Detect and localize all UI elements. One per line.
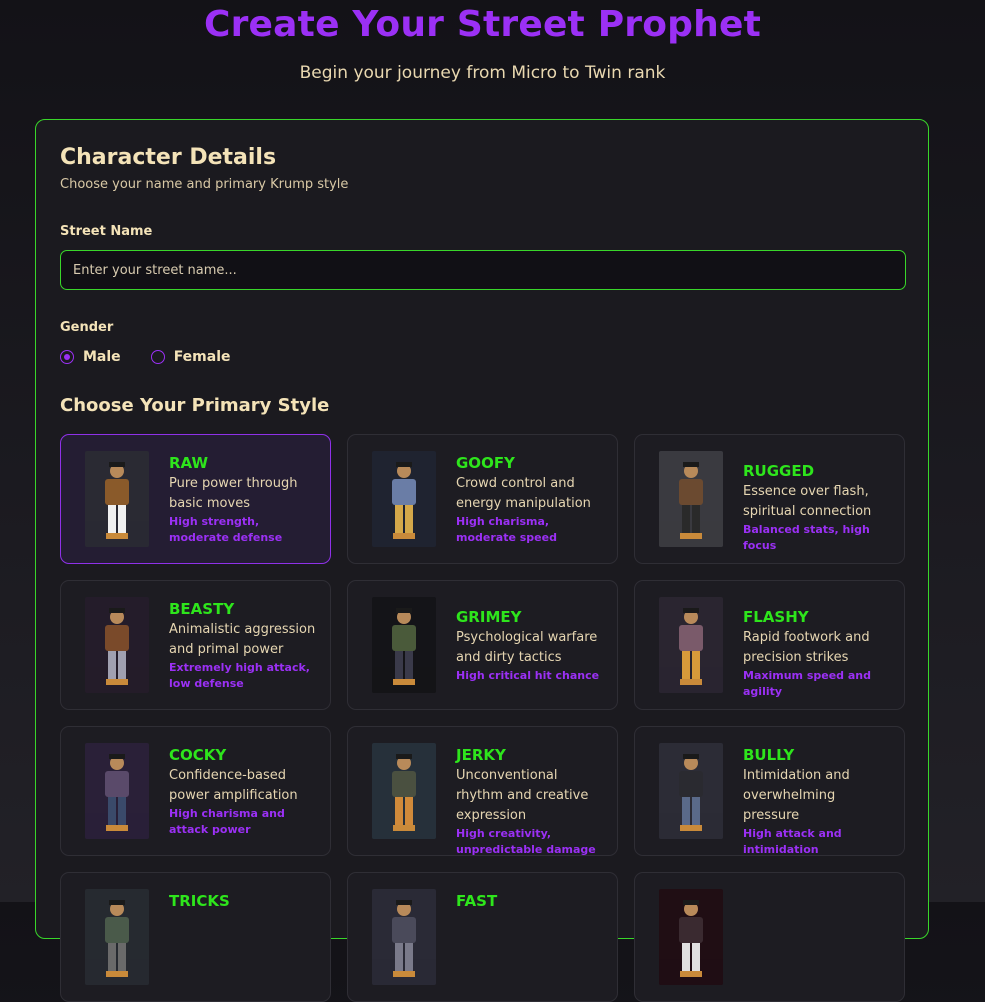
style-portrait xyxy=(85,597,149,693)
style-name: COCKY xyxy=(169,746,227,764)
style-stats: High creativity, unpredictable damage xyxy=(456,827,596,856)
style-name: FLASHY xyxy=(743,608,809,626)
style-name: GRIMEY xyxy=(456,608,522,626)
style-info: FAST xyxy=(456,892,606,912)
style-stats: Maximum speed and agility xyxy=(743,669,871,698)
style-name: RAW xyxy=(169,454,209,472)
style-description: Rapid footwork and precision strikes xyxy=(743,630,870,665)
style-info: FLASHY Rapid footwork and precision strik… xyxy=(743,608,893,700)
style-stats: High attack and intimidation xyxy=(743,827,842,856)
style-description: Essence over flash, spiritual connection xyxy=(743,484,872,519)
section-title: Character Details xyxy=(60,145,277,170)
style-portrait xyxy=(372,597,436,693)
style-description: Animalistic aggression and primal power xyxy=(169,622,316,657)
gender-male-label: Male xyxy=(83,349,121,365)
style-info xyxy=(743,892,893,894)
style-info: JERKY Unconventional rhythm and creative … xyxy=(456,746,606,858)
character-details-panel: Character Details Choose your name and p… xyxy=(35,119,929,1002)
style-card-cocky[interactable]: COCKY Confidence-based power amplificatio… xyxy=(60,726,331,856)
style-card-grimey[interactable]: GRIMEY Psychological warfare and dirty ta… xyxy=(347,580,618,710)
style-info: BEASTY Animalistic aggression and primal … xyxy=(169,600,319,692)
style-card-beasty[interactable]: BEASTY Animalistic aggression and primal … xyxy=(60,580,331,710)
style-info: RUGGED Essence over flash, spiritual conn… xyxy=(743,462,893,554)
style-portrait xyxy=(85,743,149,839)
gender-option-male[interactable]: Male xyxy=(60,349,121,365)
style-info: TRICKS xyxy=(169,892,319,912)
style-portrait xyxy=(372,743,436,839)
style-stats: High strength, moderate defense xyxy=(169,515,283,544)
page-title: Create Your Street Prophet xyxy=(203,4,761,45)
gender-option-female[interactable]: Female xyxy=(150,349,231,365)
style-card-raw[interactable]: RAW Pure power through basic moves High st… xyxy=(60,434,331,564)
style-description: Crowd control and energy manipulation xyxy=(456,476,591,511)
style-portrait xyxy=(659,743,723,839)
style-card-unnamed[interactable] xyxy=(634,872,905,1002)
page-subtitle: Begin your journey from Micro to Twin ra… xyxy=(299,63,666,83)
style-info: GRIMEY Psychological warfare and dirty ta… xyxy=(456,608,606,684)
style-portrait xyxy=(659,597,723,693)
style-name: TRICKS xyxy=(169,892,230,910)
street-name-label: Street Name xyxy=(60,224,153,239)
style-portrait xyxy=(85,451,149,547)
style-stats: Extremely high attack, low defense xyxy=(169,661,310,690)
style-info: COCKY Confidence-based power amplificatio… xyxy=(169,746,319,838)
style-name: BEASTY xyxy=(169,600,235,618)
style-info: RAW Pure power through basic moves High st… xyxy=(169,454,319,546)
style-card-tricks[interactable]: TRICKS xyxy=(60,872,331,1002)
style-card-rugged[interactable]: RUGGED Essence over flash, spiritual conn… xyxy=(634,434,905,564)
section-subtitle: Choose your name and primary Krump style xyxy=(60,177,349,192)
style-name: GOOFY xyxy=(456,454,515,472)
style-portrait xyxy=(659,889,723,985)
style-stats: High critical hit chance xyxy=(456,669,600,682)
style-stats: Balanced stats, high focus xyxy=(743,523,870,552)
style-card-flashy[interactable]: FLASHY Rapid footwork and precision strik… xyxy=(634,580,905,710)
gender-radio-group: Male Female xyxy=(60,349,261,365)
style-description: Confidence-based power amplification xyxy=(169,768,298,803)
gender-female-label: Female xyxy=(173,349,231,365)
primary-style-title: Choose Your Primary Style xyxy=(60,395,330,416)
style-description: Intimidation and overwhelming pressure xyxy=(743,768,850,823)
style-name: FAST xyxy=(456,892,498,910)
style-name: RUGGED xyxy=(743,462,815,480)
style-portrait xyxy=(85,889,149,985)
style-description: Psychological warfare and dirty tactics xyxy=(456,630,598,665)
radio-male[interactable] xyxy=(60,350,74,364)
style-description: Unconventional rhythm and creative expre… xyxy=(456,768,589,823)
style-portrait xyxy=(659,451,723,547)
street-name-input[interactable] xyxy=(60,250,906,290)
style-card-jerky[interactable]: JERKY Unconventional rhythm and creative … xyxy=(347,726,618,856)
style-name: BULLY xyxy=(743,746,795,764)
style-card-bully[interactable]: BULLY Intimidation and overwhelming press… xyxy=(634,726,905,856)
style-stats: High charisma, moderate speed xyxy=(456,515,557,544)
gender-label: Gender xyxy=(60,320,114,335)
style-info: BULLY Intimidation and overwhelming press… xyxy=(743,746,893,858)
style-info: GOOFY Crowd control and energy manipulati… xyxy=(456,454,606,546)
style-portrait xyxy=(372,889,436,985)
radio-female[interactable] xyxy=(150,350,165,364)
style-card-fast[interactable]: FAST xyxy=(347,872,618,1002)
style-card-goofy[interactable]: GOOFY Crowd control and energy manipulati… xyxy=(347,434,618,564)
style-portrait xyxy=(372,451,436,547)
style-stats: High charisma and attack power xyxy=(169,807,285,836)
style-name: JERKY xyxy=(456,746,506,764)
style-description: Pure power through basic moves xyxy=(169,476,298,511)
